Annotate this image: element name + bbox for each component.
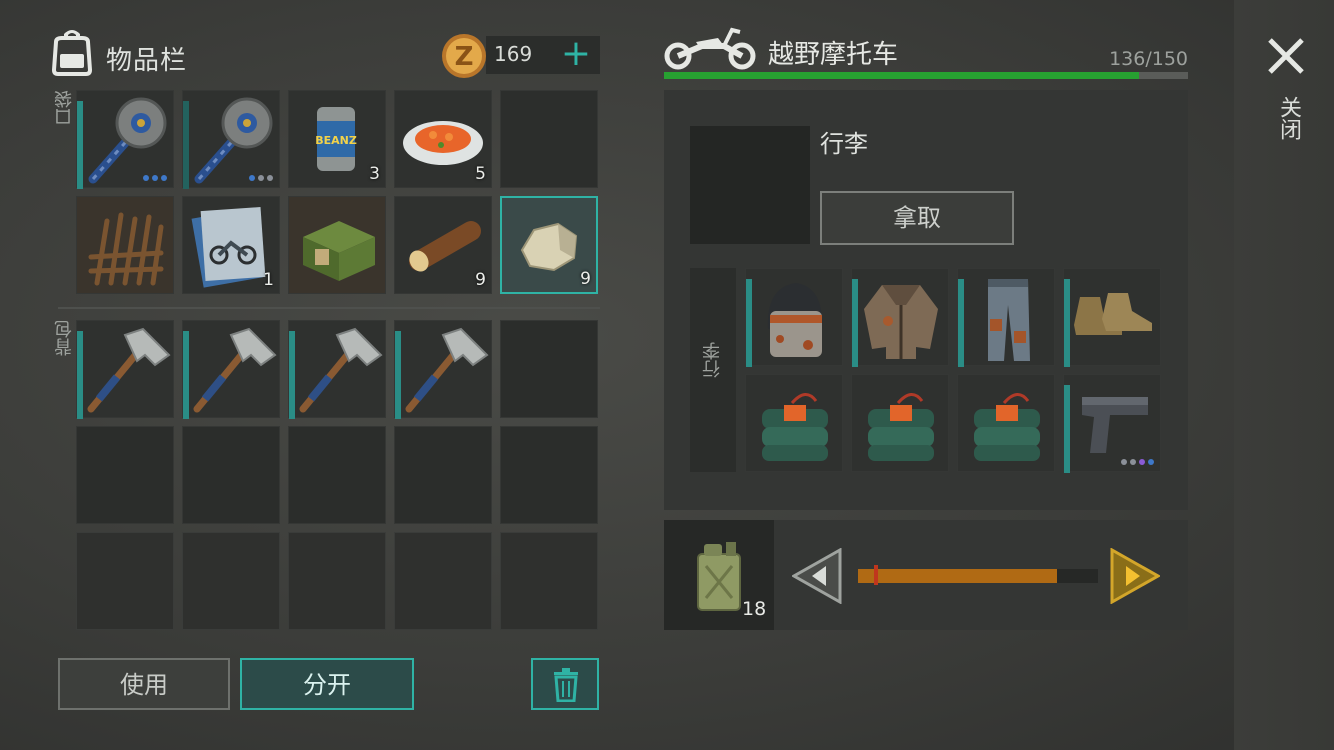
backpack-slot-6[interactable] [76,426,174,524]
arrow-left-icon[interactable] [792,548,842,604]
backpack-slot-4[interactable] [394,320,492,419]
trunk-slot-3[interactable] [957,268,1055,367]
pants-icon [988,279,1030,361]
locked-slot [288,532,386,630]
backpack-slot-1[interactable] [76,320,174,419]
hammer-icon [87,327,171,413]
pocket-slot-5[interactable] [500,90,598,188]
arrow-right-icon[interactable] [1110,548,1160,604]
pocket-slot-3[interactable]: BEANZ 3 [288,90,386,188]
item-quantity: 3 [369,164,380,184]
capacity-text: 136/150 [1109,48,1188,70]
trunk-slot-1[interactable] [745,268,843,367]
close-label[interactable]: 关闭 [1272,96,1304,140]
split-button[interactable]: 分开 [240,658,414,710]
section-divider [58,307,600,309]
backpack-slot-2[interactable] [182,320,280,419]
item-quantity: 5 [475,164,486,184]
svg-text:Z: Z [455,42,474,72]
helmet-icon [767,283,823,357]
backpack-slot-9[interactable] [394,426,492,524]
trunk-label: 行李 [702,342,723,378]
inventory-title: 物品栏 [106,46,188,76]
pocket-slot-10[interactable]: 9 [500,196,598,294]
pocket-slot-2[interactable] [182,90,280,189]
locked-slot [76,532,174,630]
fuel-quantity: 18 [742,598,767,620]
trash-button[interactable] [531,658,599,710]
locked-slot [182,532,280,630]
backpack-slot-3[interactable] [288,320,386,419]
vehicle-title: 越野摩托车 [768,40,899,70]
trunk-slot-6[interactable] [851,374,949,472]
storage-name: 行李 [820,130,868,158]
storage-thumbnail [690,126,810,244]
locked-slot [500,532,598,630]
pocket-slot-8[interactable] [288,196,386,294]
hammer-icon [299,327,383,413]
close-icon[interactable] [1262,32,1310,80]
add-coins-button[interactable]: + [556,36,596,74]
backpack-slot-10[interactable] [500,426,598,524]
hammer-icon [193,327,277,413]
c4-icon [868,393,934,461]
wooden-spikes-icon [88,212,164,286]
c4-icon [974,393,1040,461]
pocket-slot-4[interactable]: 5 [394,90,492,188]
trunk-slot-5[interactable] [745,374,843,472]
motorcycle-icon [664,27,756,70]
item-quantity: 9 [580,269,591,289]
quality-dots [143,175,167,181]
backpack-slot-8[interactable] [288,426,386,524]
hammer-icon [405,327,489,413]
backpack-slot-5[interactable] [500,320,598,418]
trunk-slot-7[interactable] [957,374,1055,472]
fuel-slider-fill [858,569,1058,583]
pocket-slot-6[interactable] [76,196,174,294]
trunk-slot-2[interactable] [851,268,949,367]
coin-count: 169 [494,42,533,66]
svg-text:BEANZ: BEANZ [315,134,357,147]
item-quantity: 1 [263,270,274,290]
item-quantity: 9 [475,270,486,290]
coin-icon: Z [442,34,486,78]
pocket-slot-1[interactable] [76,90,174,189]
trunk-slot-4[interactable] [1063,268,1161,367]
fuel-slider-marker[interactable] [874,565,878,585]
capacity-bar-fill [664,72,1140,79]
jerrycan-icon [697,542,741,611]
trunk-slot-8[interactable] [1063,374,1161,473]
take-button[interactable]: 拿取 [820,191,1014,245]
use-button[interactable]: 使用 [58,658,230,710]
jacket-icon [864,285,938,359]
pocket-label: 口袋 [54,90,75,126]
quality-dots [249,175,273,181]
c4-icon [762,393,828,461]
backpack-label: 背包 [54,320,75,356]
quality-dots [1121,459,1154,465]
locked-slot [394,532,492,630]
pocket-slot-7[interactable]: 1 [182,196,280,294]
green-crate-icon [303,221,375,281]
backpack-slot-7[interactable] [182,426,280,524]
boots-icon [1074,293,1152,335]
trash-icon [554,668,578,702]
backpack-icon [51,30,93,76]
pocket-slot-9[interactable]: 9 [394,196,492,294]
